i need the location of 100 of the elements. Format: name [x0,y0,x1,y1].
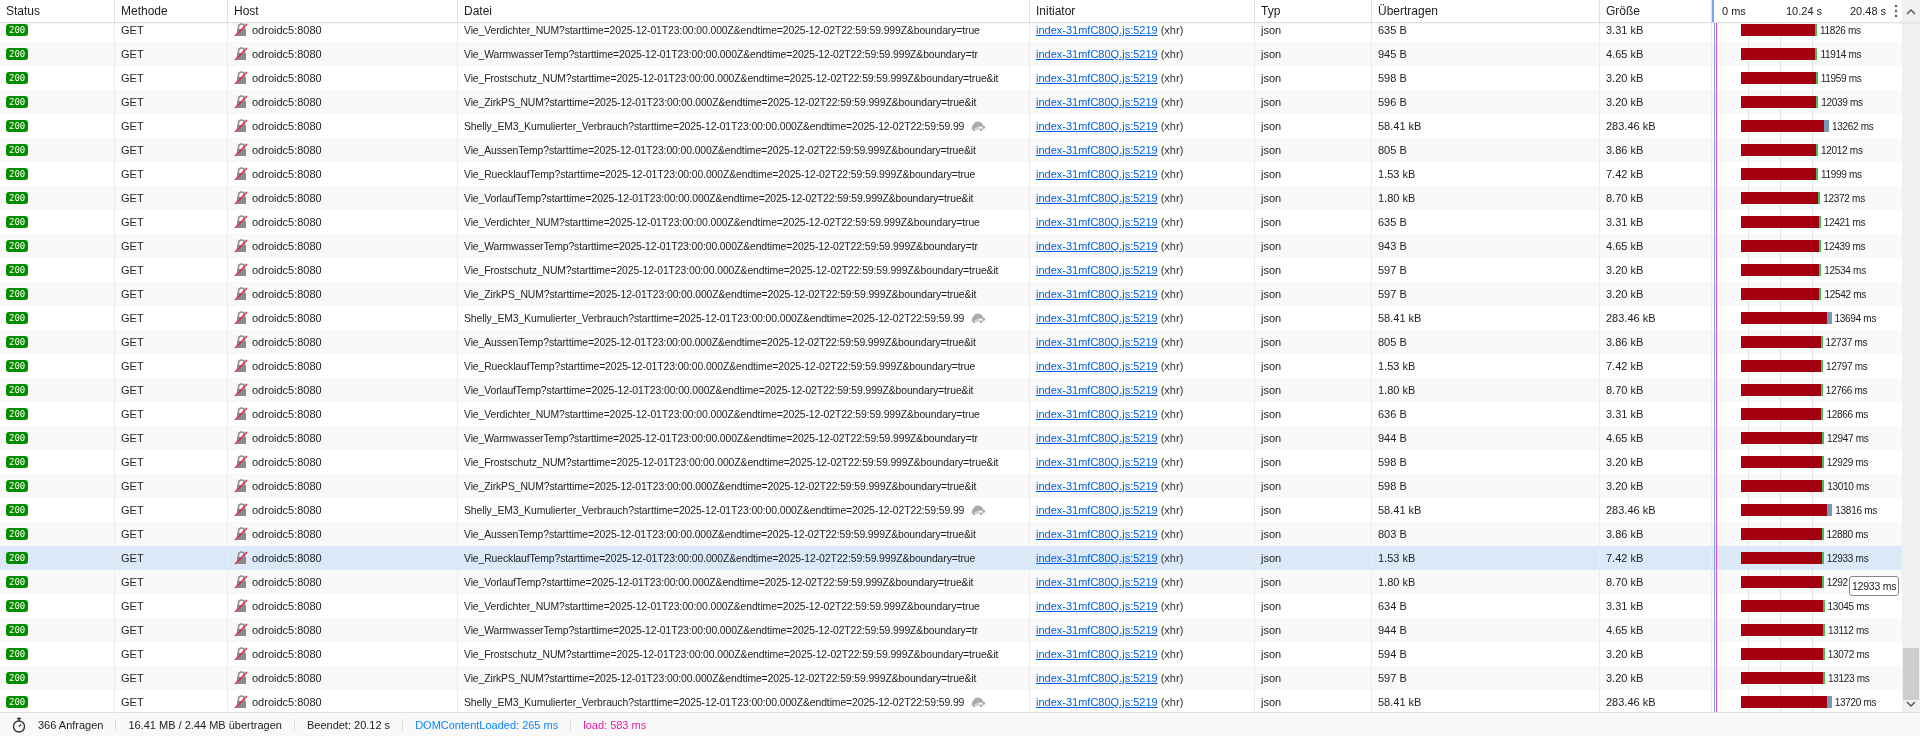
method-text: GET [121,216,144,228]
column-header[interactable]: Methode [115,0,228,22]
size-text: 3.20 kB [1606,72,1644,84]
initiator-link[interactable]: index-31mfC80Q.js:5219 [1036,672,1158,684]
initiator-link[interactable]: index-31mfC80Q.js:5219 [1036,480,1158,492]
status-code: 200 [6,552,29,564]
file-text: Vie_VorlaufTemp?starttime=2025-12-01T23:00:00.000Z&endtime=2025-12-02T22:59:59.999Z&boundary=true&it [464,384,974,396]
initiator-link[interactable]: index-31mfC80Q.js:5219 [1036,288,1158,300]
request-row[interactable]: 200 GET odroidc5:8080 Vie_WarmwasserTemp?starttime=2025-12-01T23:00:00.000Z&endtime=2025-12-02T22:59:59.999Z&boundary=tr index-31mfC80Q.js:5219 (xhr) json 943 B 4.65 kB 12439 ms [0,234,1902,258]
request-row[interactable]: 200 GET odroidc5:8080 Vie_ZirkPS_NUM?starttime=2025-12-01T23:00:00.000Z&endtime=2025-12-02T22:59:59.999Z&boundary=true&it index-31mfC80Q.js:5219 (xhr) json 598 B 3.20 kB 13010 ms [0,474,1902,498]
initiator-link[interactable]: index-31mfC80Q.js:5219 [1036,624,1158,636]
initiator-link[interactable]: index-31mfC80Q.js:5219 [1036,384,1158,396]
column-header[interactable]: Übertragen [1372,0,1600,22]
file-text: Vie_Verdichter_NUM?starttime=2025-12-01T23:00:00.000Z&endtime=2025-12-02T22:59:59.999Z&boundary=true [464,408,980,420]
initiator-link[interactable]: index-31mfC80Q.js:5219 [1036,48,1158,60]
initiator-link[interactable]: index-31mfC80Q.js:5219 [1036,408,1158,420]
request-row[interactable]: 200 GET odroidc5:8080 Vie_RuecklaufTemp?starttime=2025-12-01T23:00:00.000Z&endtime=2025-12-02T22:59:59.999Z&boundary=true index-31mfC80Q.js:5219 (xhr) json 1.53 kB 7.42 kB 12933 ms [0,546,1902,570]
initiator-link[interactable]: index-31mfC80Q.js:5219 [1036,24,1158,36]
scroll-up-icon[interactable] [1906,7,1916,15]
size-text: 3.31 kB [1606,216,1644,228]
scrollbar-thumb[interactable] [1903,648,1919,700]
initiator-link[interactable]: index-31mfC80Q.js:5219 [1036,456,1158,468]
initiator-link[interactable]: index-31mfC80Q.js:5219 [1036,504,1158,516]
file-text: Vie_WarmwasserTemp?starttime=2025-12-01T23:00:00.000Z&endtime=2025-12-02T22:59:59.999Z&boundary=tr [464,432,978,444]
initiator-link[interactable]: index-31mfC80Q.js:5219 [1036,360,1158,372]
more-icon[interactable] [1894,4,1898,18]
host-text: odroidc5:8080 [252,696,322,708]
method-text: GET [121,696,144,708]
initiator-link[interactable]: index-31mfC80Q.js:5219 [1036,240,1158,252]
method-text: GET [121,456,144,468]
initiator-link[interactable]: index-31mfC80Q.js:5219 [1036,144,1158,156]
size-text: 7.42 kB [1606,168,1644,180]
initiator-link[interactable]: index-31mfC80Q.js:5219 [1036,120,1158,132]
host-text: odroidc5:8080 [252,288,322,300]
column-header[interactable]: Initiator [1030,0,1255,22]
host-text: odroidc5:8080 [252,576,322,588]
initiator-link[interactable]: index-31mfC80Q.js:5219 [1036,312,1158,324]
initiator-link[interactable]: index-31mfC80Q.js:5219 [1036,192,1158,204]
duration-text: 13123 ms [1828,672,1870,684]
column-header[interactable]: Datei [458,0,1030,22]
initiator-link[interactable]: index-31mfC80Q.js:5219 [1036,432,1158,444]
method-text: GET [121,24,144,36]
initiator-link[interactable]: index-31mfC80Q.js:5219 [1036,96,1158,108]
request-row[interactable]: 200 GET odroidc5:8080 Vie_AussenTemp?starttime=2025-12-01T23:00:00.000Z&endtime=2025-12-02T22:59:59.999Z&boundary=true&it index-31mfC80Q.js:5219 (xhr) json 805 B 3.86 kB 12012 ms [0,138,1902,162]
size-text: 283.46 kB [1606,312,1656,324]
request-row[interactable]: 200 GET odroidc5:8080 Vie_ZirkPS_NUM?starttime=2025-12-01T23:00:00.000Z&endtime=2025-12-02T22:59:59.999Z&boundary=true&it index-31mfC80Q.js:5219 (xhr) json 597 B 3.20 kB 13123 ms [0,666,1902,690]
status-code: 200 [6,648,29,660]
insecure-lock-icon [234,647,248,661]
initiator-link[interactable]: index-31mfC80Q.js:5219 [1036,696,1158,708]
column-header[interactable]: Größe [1600,0,1712,22]
host-text: odroidc5:8080 [252,240,322,252]
duration-text: 13045 ms [1827,600,1870,612]
initiator-link[interactable]: index-31mfC80Q.js:5219 [1036,552,1158,564]
duration-text: 12797 ms [1825,360,1868,372]
file-text: Vie_Verdichter_NUM?starttime=2025-12-01T23:00:00.000Z&endtime=2025-12-02T22:59:59.999Z&boundary=true [464,24,980,36]
size-text: 3.20 kB [1606,288,1644,300]
request-row[interactable]: 200 GET odroidc5:8080 Vie_WarmwasserTemp?starttime=2025-12-01T23:00:00.000Z&endtime=2025-12-02T22:59:59.999Z&boundary=tr index-31mfC80Q.js:5219 (xhr) json 945 B 4.65 kB 11914 ms [0,42,1902,66]
cause-text: (xhr) [1160,504,1184,516]
column-header[interactable]: Status [0,0,115,22]
initiator-link[interactable]: index-31mfC80Q.js:5219 [1036,216,1158,228]
cause-text: (xhr) [1160,552,1184,564]
insecure-lock-icon [234,359,248,373]
initiator-link[interactable]: index-31mfC80Q.js:5219 [1036,168,1158,180]
initiator-link[interactable]: index-31mfC80Q.js:5219 [1036,72,1158,84]
cause-text: (xhr) [1160,360,1184,372]
column-header[interactable]: Host [228,0,458,22]
request-row[interactable]: 200 GET odroidc5:8080 Vie_AussenTemp?starttime=2025-12-01T23:00:00.000Z&endtime=2025-12-02T22:59:59.999Z&boundary=true&it index-31mfC80Q.js:5219 (xhr) json 803 B 3.86 kB 12880 ms [0,522,1902,546]
request-row[interactable]: 200 GET odroidc5:8080 Vie_AussenTemp?starttime=2025-12-01T23:00:00.000Z&endtime=2025-12-02T22:59:59.999Z&boundary=true&it index-31mfC80Q.js:5219 (xhr) json 805 B 3.86 kB 12737 ms [0,330,1902,354]
initiator-link[interactable]: index-31mfC80Q.js:5219 [1036,336,1158,348]
request-row[interactable]: 200 GET odroidc5:8080 Vie_VorlaufTemp?starttime=2025-12-01T23:00:00.000Z&endtime=2025-12-02T22:59:59.999Z&boundary=true&it index-31mfC80Q.js:5219 (xhr) json 1.80 kB 8.70 kB 12766 ms [0,378,1902,402]
host-text: odroidc5:8080 [252,432,322,444]
request-row[interactable]: 200 GET odroidc5:8080 Vie_ZirkPS_NUM?starttime=2025-12-01T23:00:00.000Z&endtime=2025-12-02T22:59:59.999Z&boundary=true&it index-31mfC80Q.js:5219 (xhr) json 596 B 3.20 kB 12039 ms [0,90,1902,114]
column-header[interactable]: Typ [1255,0,1372,22]
request-row[interactable]: 200 GET odroidc5:8080 Vie_WarmwasserTemp?starttime=2025-12-01T23:00:00.000Z&endtime=2025-12-02T22:59:59.999Z&boundary=tr index-31mfC80Q.js:5219 (xhr) json 944 B 4.65 kB 13112 ms [0,618,1902,642]
request-row[interactable]: 200 GET odroidc5:8080 Vie_VorlaufTemp?starttime=2025-12-01T23:00:00.000Z&endtime=2025-12-02T22:59:59.999Z&boundary=true&it index-31mfC80Q.js:5219 (xhr) json 1.80 kB 8.70 kB 1292 12933 ms [0,570,1902,594]
host-text: odroidc5:8080 [252,120,322,132]
cause-text: (xhr) [1160,48,1184,60]
initiator-link[interactable]: index-31mfC80Q.js:5219 [1036,600,1158,612]
host-text: odroidc5:8080 [252,552,322,564]
method-text: GET [121,504,144,516]
cause-text: (xhr) [1160,480,1184,492]
initiator-link[interactable]: index-31mfC80Q.js:5219 [1036,264,1158,276]
type-text: json [1261,264,1282,276]
cause-text: (xhr) [1160,240,1184,252]
request-row[interactable]: 200 GET odroidc5:8080 Vie_WarmwasserTemp?starttime=2025-12-01T23:00:00.000Z&endtime=2025-12-02T22:59:59.999Z&boundary=tr index-31mfC80Q.js:5219 (xhr) json 944 B 4.65 kB 12947 ms [0,426,1902,450]
duration-text: 12766 ms [1825,384,1868,396]
scroll-down-icon[interactable] [1906,701,1916,709]
type-text: json [1261,216,1282,228]
duration-text: 12012 ms [1821,144,1863,156]
type-text: json [1261,384,1282,396]
file-text: Vie_RuecklaufTemp?starttime=2025-12-01T23:00:00.000Z&endtime=2025-12-02T22:59:59.999Z&boundary=true [464,552,976,564]
request-row[interactable]: 200 GET odroidc5:8080 Vie_VorlaufTemp?starttime=2025-12-01T23:00:00.000Z&endtime=2025-12-02T22:59:59.999Z&boundary=true&it index-31mfC80Q.js:5219 (xhr) json 1.80 kB 8.70 kB 12372 ms [0,186,1902,210]
size-text: 3.20 kB [1606,672,1644,684]
cause-text: (xhr) [1160,144,1184,156]
type-text: json [1261,144,1282,156]
request-row[interactable]: 200 GET odroidc5:8080 Vie_ZirkPS_NUM?starttime=2025-12-01T23:00:00.000Z&endtime=2025-12-02T22:59:59.999Z&boundary=true&it index-31mfC80Q.js:5219 (xhr) json 597 B 3.20 kB 12542 ms [0,282,1902,306]
initiator-link[interactable]: index-31mfC80Q.js:5219 [1036,528,1158,540]
initiator-link[interactable]: index-31mfC80Q.js:5219 [1036,648,1158,660]
size-text: 3.31 kB [1606,24,1644,36]
initiator-link[interactable]: index-31mfC80Q.js:5219 [1036,576,1158,588]
